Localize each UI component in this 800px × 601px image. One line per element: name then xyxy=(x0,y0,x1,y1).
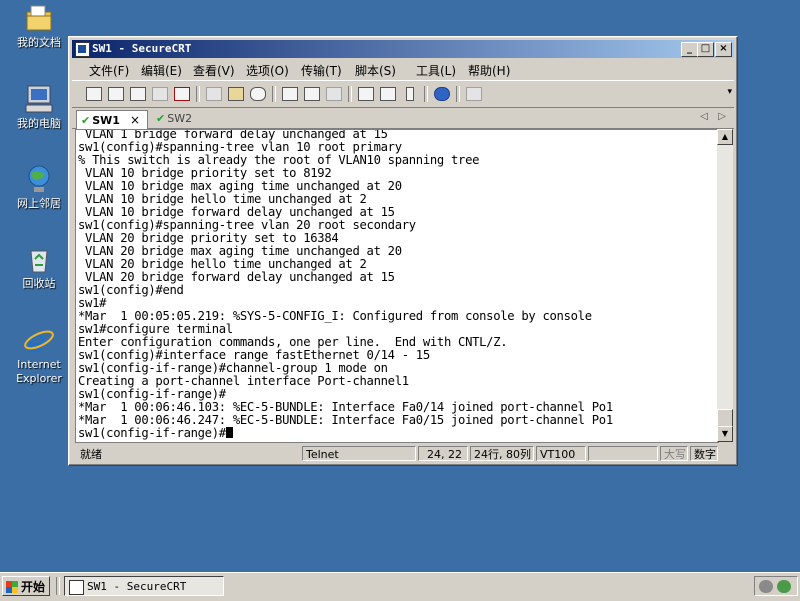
connect-in-tab-icon[interactable] xyxy=(128,85,146,101)
connected-check-icon: ✔ xyxy=(81,114,91,127)
toolbar-separator xyxy=(196,86,200,102)
windows-logo-icon xyxy=(6,581,18,593)
print-icon[interactable] xyxy=(280,85,298,101)
recycle-bin-icon xyxy=(23,243,55,275)
quick-connect-icon[interactable] xyxy=(106,85,124,101)
start-label: 开始 xyxy=(20,580,45,594)
desktop-icon-internet-explorer[interactable]: e Internet Explorer xyxy=(8,322,70,386)
desktop-icon-label: 我的电脑 xyxy=(17,117,61,130)
menu-script[interactable]: 脚本(S) xyxy=(355,62,396,79)
tab-label: SW2 xyxy=(167,112,193,125)
session-options-icon[interactable] xyxy=(356,85,374,101)
toolbar-separator xyxy=(272,86,276,102)
desktop-icon-my-computer[interactable]: 我的电脑 xyxy=(8,83,70,131)
system-tray xyxy=(754,576,798,596)
status-empty-field xyxy=(588,446,658,461)
print-setup-icon[interactable] xyxy=(324,85,342,101)
tab-scroll-right-icon[interactable]: ▷ xyxy=(718,111,726,122)
my-computer-icon xyxy=(23,83,55,115)
toolbar: ▾ xyxy=(72,80,734,108)
terminal-output: VLAN 1 bridge forward delay unchanged at… xyxy=(78,130,613,440)
status-terminal-size: 24行, 80列 xyxy=(470,446,534,461)
taskbar-securecrt-button[interactable]: SW1 - SecureCRT xyxy=(64,576,224,596)
connect-icon[interactable] xyxy=(84,85,102,101)
close-button[interactable]: × xyxy=(715,42,732,57)
taskbar-task-label: SW1 - SecureCRT xyxy=(87,580,187,593)
desktop-icon-label: 回收站 xyxy=(22,277,56,290)
taskbar-separator xyxy=(56,577,60,595)
status-ready: 就绪 xyxy=(80,448,102,461)
scroll-up-icon[interactable]: ▲ xyxy=(717,129,733,145)
status-protocol: Telnet xyxy=(302,446,416,461)
toolbar-separator xyxy=(456,86,460,102)
desktop-icon-label: Internet Explorer xyxy=(16,358,62,385)
securecrt-app-icon xyxy=(75,42,90,57)
menu-file[interactable]: 文件(F) xyxy=(89,62,129,79)
terminal-cursor xyxy=(225,427,233,438)
tab-scroll-left-icon[interactable]: ◁ xyxy=(700,111,708,122)
toolbar-overflow-icon[interactable]: ▾ xyxy=(727,87,732,97)
title-bar[interactable]: SW1 - SecureCRT _ □ × xyxy=(72,40,734,58)
toolbar-separator xyxy=(348,86,352,102)
tab-sw1[interactable]: ✔ SW1 × xyxy=(76,110,148,129)
scroll-thumb[interactable] xyxy=(717,409,733,427)
maximize-button[interactable]: □ xyxy=(697,42,714,57)
tray-sound-icon[interactable] xyxy=(759,580,773,593)
start-button[interactable]: 开始 xyxy=(2,576,50,596)
menu-transfer[interactable]: 传输(T) xyxy=(301,62,342,79)
status-cursor-position: 24, 22 xyxy=(418,446,468,461)
tab-close-icon[interactable]: × xyxy=(130,113,140,127)
reconnect-icon[interactable] xyxy=(150,85,168,101)
toolbar-separator xyxy=(424,86,428,102)
tab-label: SW1 xyxy=(92,114,120,127)
connected-check-icon: ✔ xyxy=(156,112,166,125)
securecrt-app-icon xyxy=(69,580,84,595)
terminal-screen[interactable]: VLAN 1 bridge forward delay unchanged at… xyxy=(75,129,719,443)
desktop-icon-label: 我的文档 xyxy=(17,36,61,49)
find-icon[interactable] xyxy=(248,85,266,101)
status-num-lock: 数字 xyxy=(690,446,718,461)
status-bar: 就绪 Telnet 24, 22 24行, 80列 VT100 大写 数字 xyxy=(72,445,734,463)
keymap-icon[interactable] xyxy=(400,85,418,101)
about-icon[interactable] xyxy=(464,85,482,101)
menu-tools[interactable]: 工具(L) xyxy=(416,62,456,79)
minimize-button[interactable]: _ xyxy=(681,42,698,57)
tray-network-icon[interactable] xyxy=(777,580,791,593)
menu-view[interactable]: 查看(V) xyxy=(193,62,235,79)
status-caps-lock: 大写 xyxy=(660,446,688,461)
menu-help[interactable]: 帮助(H) xyxy=(468,62,510,79)
window-title: SW1 - SecureCRT xyxy=(92,42,192,55)
print-selection-icon[interactable] xyxy=(302,85,320,101)
desktop-icon-recycle-bin[interactable]: 回收站 xyxy=(8,243,70,291)
tab-sw2[interactable]: ✔ SW2 xyxy=(152,110,202,128)
taskbar: 开始 SW1 - SecureCRT xyxy=(0,572,800,601)
help-icon[interactable] xyxy=(432,85,450,101)
status-terminal-type: VT100 xyxy=(536,446,586,461)
paste-icon[interactable] xyxy=(226,85,244,101)
terminal-scrollbar[interactable]: ▲ ▼ xyxy=(717,129,733,442)
session-tab-bar: ✔ SW1 × ✔ SW2 ◁ ▷ xyxy=(72,108,734,129)
terminal-line: sw1(config)#end xyxy=(78,283,184,297)
network-places-icon xyxy=(23,163,55,195)
securecrt-window: SW1 - SecureCRT _ □ × 文件(F) 编辑(E) 查看(V) … xyxy=(68,36,738,466)
disconnect-icon[interactable] xyxy=(172,85,190,101)
menu-bar: 文件(F) 编辑(E) 查看(V) 选项(O) 传输(T) 脚本(S) 工具(L… xyxy=(72,59,734,79)
menu-options[interactable]: 选项(O) xyxy=(246,62,289,79)
menu-edit[interactable]: 编辑(E) xyxy=(141,62,182,79)
global-options-icon[interactable] xyxy=(378,85,396,101)
terminal-line: sw1(config-if-range)# xyxy=(78,427,613,440)
copy-icon[interactable] xyxy=(204,85,222,101)
internet-explorer-icon: e xyxy=(23,322,55,360)
desktop-icon-label: 网上邻居 xyxy=(17,197,61,210)
scroll-down-icon[interactable]: ▼ xyxy=(717,426,733,442)
svg-text:e: e xyxy=(27,324,46,356)
desktop-icon-network[interactable]: 网上邻居 xyxy=(8,163,70,211)
desktop-icon-my-documents[interactable]: 我的文档 xyxy=(8,2,70,50)
my-documents-icon xyxy=(23,2,55,34)
